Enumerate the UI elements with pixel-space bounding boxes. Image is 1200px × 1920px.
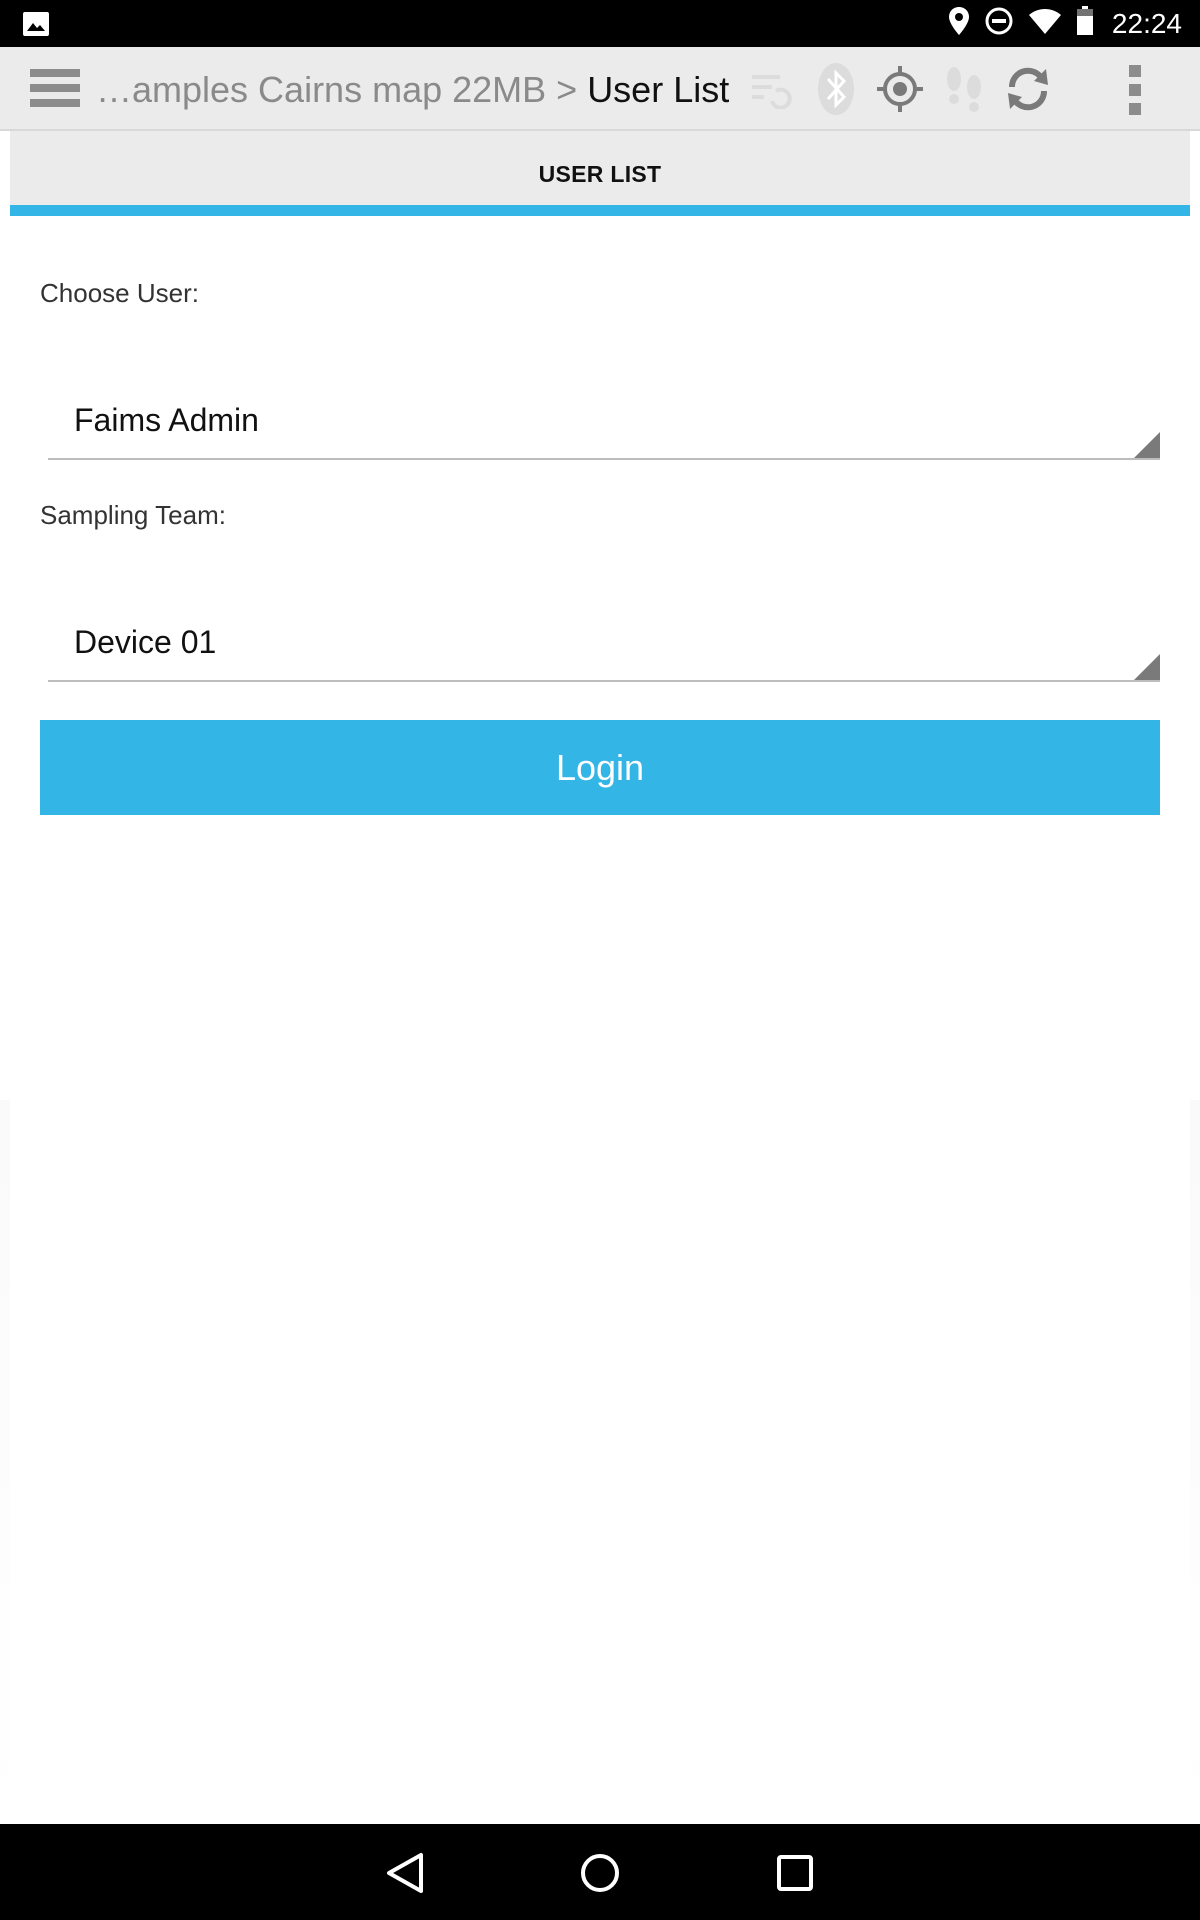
action-bar: …amples Cairns map 22MB > User List (0, 47, 1200, 131)
gps-target-icon[interactable] (868, 61, 932, 117)
wifi-icon (1028, 7, 1062, 40)
navigation-bar (0, 1824, 1200, 1920)
action-bar-icons (740, 61, 1060, 117)
dropdown-arrow-icon (1134, 654, 1160, 680)
tab-indicator (10, 205, 1190, 216)
gallery-icon (22, 11, 50, 42)
sampling-team-value: Device 01 (74, 624, 217, 660)
dropdown-arrow-icon (1134, 432, 1160, 458)
sampling-team-spinner[interactable]: Device 01 (48, 602, 1160, 682)
hamburger-menu-icon[interactable] (30, 67, 82, 109)
battery-icon (1076, 6, 1094, 41)
breadcrumb-path[interactable]: …amples Cairns map 22MB > (96, 69, 587, 110)
choose-user-value: Faims Admin (74, 402, 259, 438)
choose-user-label: Choose User: (40, 278, 199, 308)
sampling-team-label: Sampling Team: (40, 500, 226, 530)
breadcrumb-current: User List (587, 69, 730, 110)
clock: 22:24 (1111, 7, 1182, 39)
choose-user-spinner[interactable]: Faims Admin (48, 380, 1160, 460)
breadcrumb: …amples Cairns map 22MB > User List (96, 69, 729, 111)
status-bar: 22:24 (0, 0, 1200, 47)
user-list-form: Choose User: Faims Admin Sampling Team: … (10, 216, 1190, 1824)
tab-label: USER LIST (538, 161, 662, 187)
back-icon[interactable] (380, 1848, 430, 1898)
tab-user-list[interactable]: USER LIST (10, 131, 1190, 205)
location-pin-icon (948, 6, 970, 41)
home-icon[interactable] (575, 1848, 625, 1898)
sync-files-icon[interactable] (740, 61, 804, 117)
footprints-icon[interactable] (932, 61, 996, 117)
bluetooth-icon[interactable] (804, 61, 868, 117)
do-not-disturb-icon (984, 6, 1014, 41)
overflow-menu-icon[interactable] (1115, 63, 1155, 117)
refresh-icon[interactable] (996, 61, 1060, 117)
recents-icon[interactable] (770, 1848, 820, 1898)
login-button[interactable]: Login (40, 720, 1160, 815)
